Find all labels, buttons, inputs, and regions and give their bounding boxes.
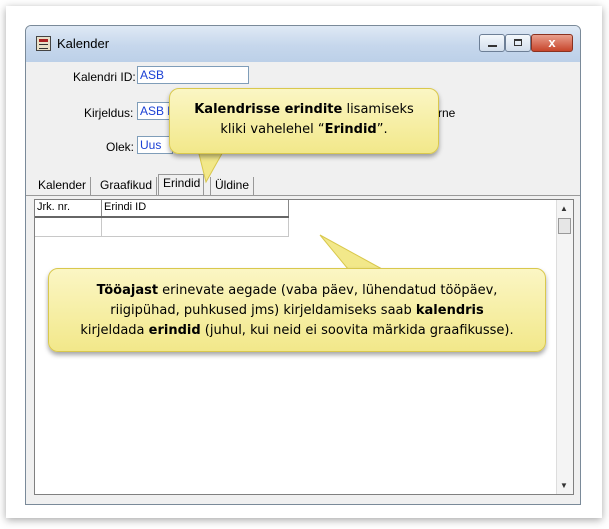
callout-line: kliki vahelehel “Erindid”.: [170, 120, 438, 140]
callout-text: kirjeldada: [80, 323, 149, 338]
scrollbar-thumb[interactable]: [558, 218, 571, 234]
callout-bold-text: erindid: [148, 323, 201, 338]
callout-text: lisamiseks: [342, 102, 414, 117]
callout-text: erinevate aegade (vaba päev, lühendatud …: [158, 283, 498, 298]
callout-erindid-explanation: Tööajast erinevate aegade (vaba päev, lü…: [48, 268, 546, 352]
vertical-scrollbar[interactable]: ▲ ▼: [556, 200, 573, 494]
table-row[interactable]: [35, 218, 289, 237]
close-button[interactable]: x: [531, 34, 573, 52]
status-label: Olek:: [106, 140, 135, 154]
callout-text: riigipühad, puhkused jms) kirjeldamiseks…: [110, 303, 416, 318]
tab-strip: Kalender Graafikud Erindid Üldine: [26, 174, 580, 196]
tab-kalender[interactable]: Kalender: [34, 177, 92, 195]
column-header-erindi-id[interactable]: Erindi ID: [102, 200, 289, 216]
status-input[interactable]: Uus: [137, 136, 173, 154]
maximize-button[interactable]: [505, 34, 531, 52]
arrow-up-icon[interactable]: ▲: [560, 204, 568, 213]
title-bar[interactable]: Kalender x: [26, 26, 580, 62]
minimize-button[interactable]: [479, 34, 505, 52]
window-title: Kalender: [57, 36, 110, 51]
callout-bold-text: Erindid: [324, 122, 377, 137]
grid-header: Jrk. nr. Erindi ID: [35, 200, 289, 218]
tab-divider: [26, 195, 580, 196]
column-header-jrk-nr[interactable]: Jrk. nr.: [35, 200, 102, 216]
callout-text: kliki vahelehel “: [220, 122, 325, 137]
tab-graafikud[interactable]: Graafikud: [96, 177, 158, 195]
callout-bold-text: Tööajast: [96, 283, 159, 298]
callout-pointer: [319, 234, 383, 270]
table-cell[interactable]: [102, 218, 289, 236]
description-trailing-text: rne: [438, 106, 456, 120]
callout-erindid-tab: Kalendrisse erindite lisamiseks kliki va…: [169, 88, 439, 154]
callout-line: riigipühad, puhkused jms) kirjeldamiseks…: [49, 301, 545, 321]
calendar-icon: [36, 36, 51, 51]
calendar-id-input[interactable]: ASB: [137, 66, 249, 84]
close-icon: x: [548, 35, 556, 50]
table-cell[interactable]: [35, 218, 102, 236]
callout-pointer: [197, 150, 225, 184]
callout-line: kirjeldada erindid (juhul, kui neid ei s…: [49, 321, 545, 341]
callout-text: ”.: [376, 122, 388, 137]
callout-line: Tööajast erinevate aegade (vaba päev, lü…: [49, 281, 545, 301]
callout-bold-text: kalendris: [415, 303, 484, 318]
callout-line: Kalendrisse erindite lisamiseks: [170, 100, 438, 120]
callout-text: (juhul, kui neid ei soovita märkida graa…: [200, 323, 514, 338]
arrow-down-icon[interactable]: ▼: [560, 481, 568, 490]
calendar-id-label: Kalendri ID:: [73, 70, 136, 84]
description-label: Kirjeldus:: [84, 106, 134, 120]
callout-bold-text: Kalendrisse erindite: [194, 102, 343, 117]
